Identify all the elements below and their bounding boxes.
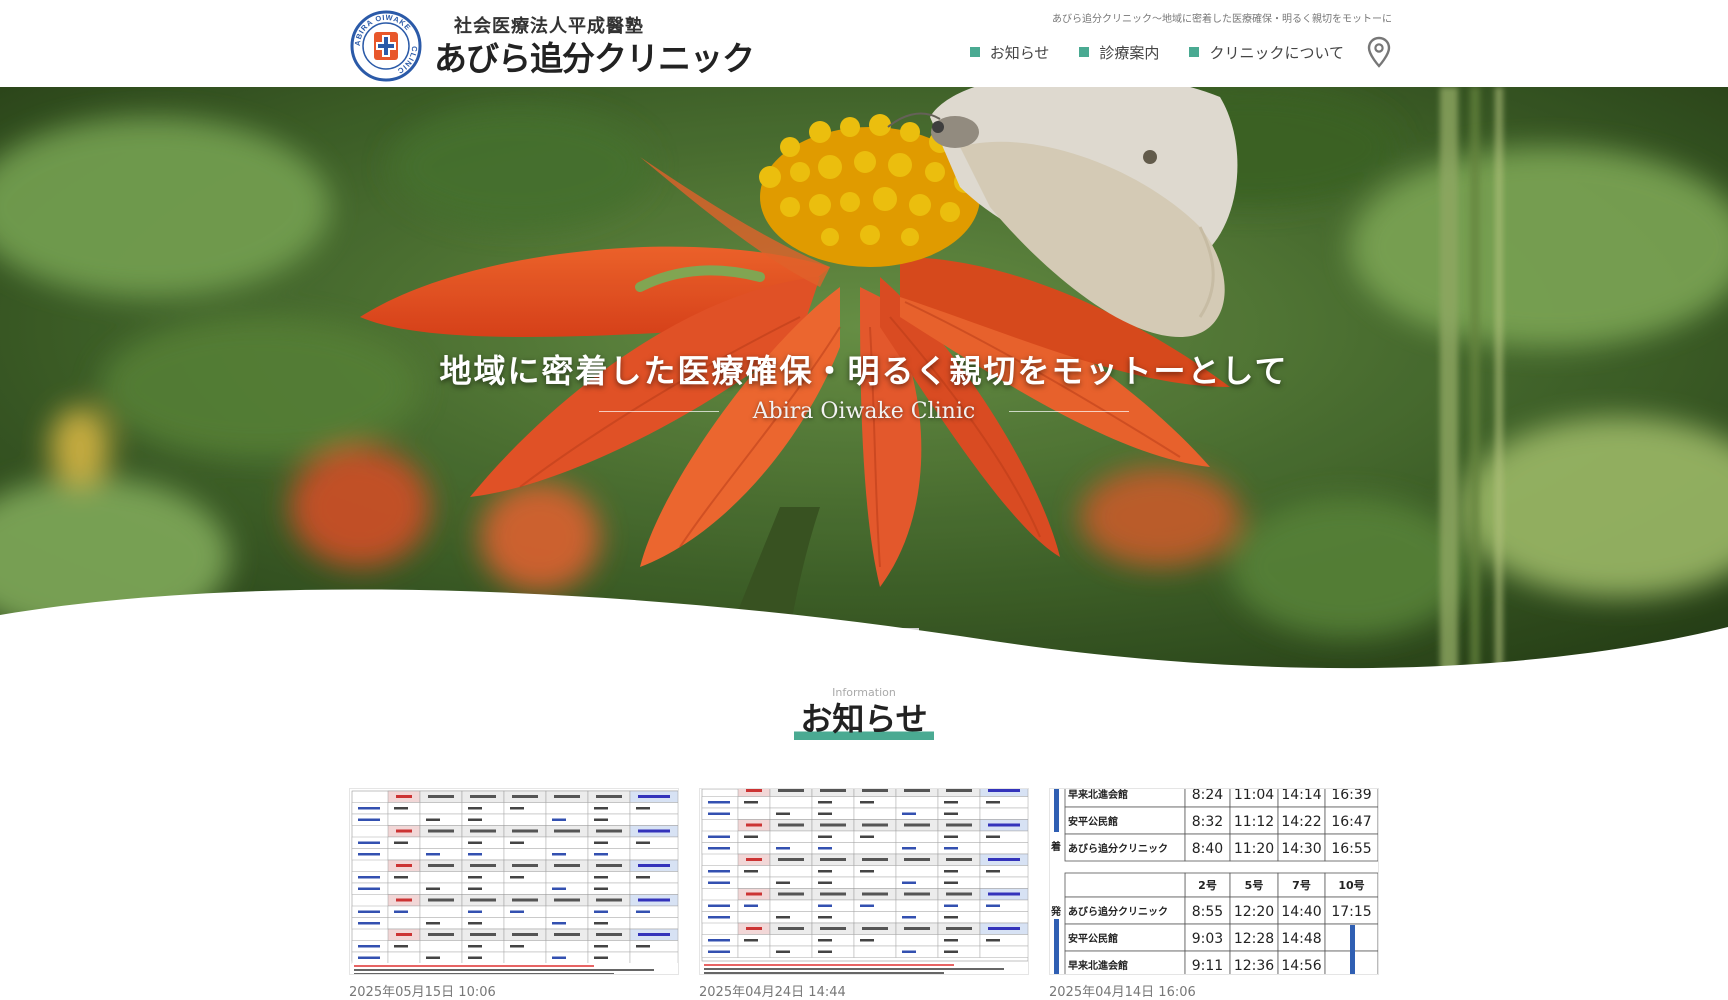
bus-time: 14:40 <box>1281 904 1321 920</box>
clinic-seal-icon: ABIRA OIWAKE CLINIC <box>350 10 422 82</box>
bus-time: 14:22 <box>1281 814 1321 830</box>
bus-time: 16:55 <box>1331 841 1371 857</box>
divider-line <box>598 411 719 412</box>
nav-label: お知らせ <box>989 43 1050 62</box>
card-date: 2025年04月24日 14:44 <box>699 985 846 1000</box>
card-date: 2025年04月14日 16:06 <box>1049 985 1196 1000</box>
bus-time: 8:24 <box>1192 789 1224 803</box>
bus-stop-name: 早来北進会館 <box>1068 959 1128 972</box>
bus-time: 16:47 <box>1331 814 1371 830</box>
nav-item-news[interactable]: お知らせ <box>969 42 1050 63</box>
hero-slider: 地域に密着した医療確保・明るく親切をモットーとして Abira Oiwake C… <box>0 87 1728 687</box>
bus-stop-name: あびら追分クリニック <box>1068 905 1168 918</box>
hero-subtitle-row: Abira Oiwake Clinic <box>0 399 1728 424</box>
main-nav: お知らせ 診療案内 クリニックについて <box>940 36 1392 68</box>
card-date: 2025年05月15日 10:06 <box>349 985 496 1000</box>
bus-time: 9:03 <box>1192 931 1223 947</box>
section-title-text: お知らせ <box>794 698 934 740</box>
site-tagline: あびら追分クリニック～地域に密着した医療確保・明るく親切をモットーに <box>1052 14 1392 25</box>
bus-time: 14:30 <box>1281 841 1321 857</box>
bus-time: 8:55 <box>1192 904 1223 920</box>
bus-stop-name: 早来北進会館 <box>1068 789 1128 801</box>
square-bullet-icon <box>969 47 980 57</box>
schedule-table-image <box>350 789 678 974</box>
bus-time: 8:40 <box>1192 841 1223 857</box>
route-header: 7号 <box>1292 879 1311 892</box>
logo-organization: 社会医療法人平成醫塾 <box>454 15 644 37</box>
nav-item-services[interactable]: 診療案内 <box>1079 42 1159 63</box>
news-card[interactable]: 2025年04月24日 14:44 <box>699 788 1029 1000</box>
bus-timetable-image: 早来北進会館 8:24 11:04 14:14 16:39 安平公民館 8:32 11:12 1… <box>1050 789 1378 974</box>
card-thumbnail-schedule <box>699 788 1029 975</box>
bus-time: 17:15 <box>1331 904 1371 920</box>
site-header: ABIRA OIWAKE CLINIC 社会医療法人平成醫塾 あびら追分クリニッ… <box>0 0 1728 87</box>
route-header: 10号 <box>1338 879 1364 892</box>
bus-time: 14:48 <box>1281 931 1321 947</box>
divider-line <box>1009 411 1130 412</box>
arrive-label: 着 <box>1050 840 1061 853</box>
nav-label: クリニックについて <box>1209 43 1344 62</box>
square-bullet-icon <box>1189 47 1200 57</box>
bus-time: 11:20 <box>1234 841 1274 857</box>
news-card[interactable]: 2025年05月15日 10:06 <box>349 788 679 1000</box>
nav-item-about[interactable]: クリニックについて <box>1189 42 1344 63</box>
site-logo[interactable]: ABIRA OIWAKE CLINIC 社会医療法人平成醫塾 あびら追分クリニッ… <box>350 10 755 82</box>
bus-time: 9:11 <box>1192 958 1223 974</box>
square-bullet-icon <box>1079 47 1090 57</box>
section-title: お知らせ <box>0 698 1728 740</box>
bus-time: 12:20 <box>1234 904 1274 920</box>
depart-label: 発 <box>1050 905 1062 918</box>
bus-time: 11:12 <box>1234 814 1274 830</box>
nav-label: 診療案内 <box>1099 43 1160 62</box>
hero-subtitle: Abira Oiwake Clinic <box>752 399 976 424</box>
bus-stop-name: 安平公民館 <box>1068 815 1118 828</box>
logo-clinic-name: あびら追分クリニック <box>434 38 755 78</box>
bus-stop-name: あびら追分クリニック <box>1068 842 1168 855</box>
news-card-list: 2025年05月15日 10:06 2025年04月24日 14:44 早来北進… <box>349 788 1379 1000</box>
card-thumbnail-schedule <box>349 788 679 975</box>
bus-stop-name: 安平公民館 <box>1068 932 1118 945</box>
news-card[interactable]: 早来北進会館 8:24 11:04 14:14 16:39 安平公民館 8:32 11:12 1… <box>1049 788 1379 1000</box>
bus-time: 12:36 <box>1234 958 1274 974</box>
bus-time: 14:56 <box>1281 958 1321 974</box>
card-thumbnail-bus-timetable: 早来北進会館 8:24 11:04 14:14 16:39 安平公民館 8:32 11:12 1… <box>1049 788 1379 975</box>
route-header: 2号 <box>1198 879 1217 892</box>
route-header: 5号 <box>1245 879 1264 892</box>
bus-time: 12:28 <box>1234 931 1274 947</box>
bus-time: 11:04 <box>1234 789 1274 803</box>
bus-time: 14:14 <box>1281 789 1321 803</box>
bus-time: 16:39 <box>1331 789 1371 803</box>
hero-wave-divider <box>0 589 1728 687</box>
hero-title: 地域に密着した医療確保・明るく親切をモットーとして <box>439 352 1289 390</box>
map-pin-icon[interactable] <box>1366 36 1392 68</box>
bus-time: 8:32 <box>1192 814 1223 830</box>
schedule-table-image <box>700 789 1028 974</box>
